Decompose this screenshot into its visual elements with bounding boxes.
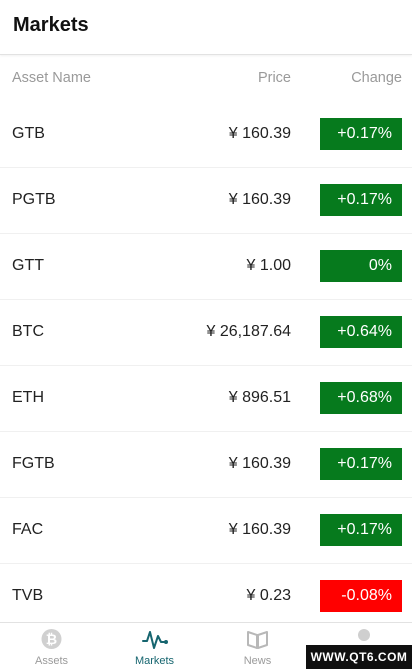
watermark: WWW.QT6.COM (306, 645, 412, 669)
asset-name: BTC (12, 323, 44, 340)
change-badge: +0.68% (320, 382, 402, 414)
table-row[interactable]: TVB ¥ 0.23 -0.08% (0, 563, 412, 630)
column-headers: Asset Name Price Change (0, 55, 412, 101)
tab-label: Assets (34, 655, 68, 667)
asset-price: ¥ 0.23 (246, 587, 291, 604)
column-header-price: Price (257, 70, 291, 86)
asset-price: ¥ 160.39 (228, 125, 291, 142)
asset-price: ¥ 160.39 (228, 191, 291, 208)
bitcoin-icon: ₿ (41, 629, 62, 649)
change-badge: +0.17% (320, 118, 402, 150)
change-badge: +0.17% (320, 448, 402, 480)
table-row[interactable]: FAC ¥ 160.39 +0.17% (0, 497, 412, 564)
asset-price: ¥ 160.39 (228, 521, 291, 538)
change-badge: +0.17% (320, 184, 402, 216)
asset-name: PGTB (12, 191, 56, 208)
table-row[interactable]: GTT ¥ 1.00 0% (0, 233, 412, 300)
asset-price: ¥ 160.39 (228, 455, 291, 472)
app-header: Markets (0, 0, 412, 55)
svg-text:₿: ₿ (46, 632, 57, 648)
column-header-asset-name: Asset Name (12, 70, 91, 86)
book-icon (247, 631, 268, 649)
column-header-change: Change (351, 70, 402, 86)
tab-news[interactable]: News (206, 623, 309, 670)
tab-label: Markets (134, 655, 175, 667)
asset-name: TVB (12, 587, 44, 604)
asset-name: GTB (12, 125, 45, 142)
asset-price: ¥ 26,187.64 (206, 323, 291, 340)
change-badge: 0% (320, 250, 402, 282)
tab-assets[interactable]: ₿ Assets (0, 623, 103, 670)
tab-label: News (243, 655, 272, 667)
table-row[interactable]: FGTB ¥ 160.39 +0.17% (0, 431, 412, 498)
table-row[interactable]: ETH ¥ 896.51 +0.68% (0, 365, 412, 432)
change-badge: +0.64% (320, 316, 402, 348)
pulse-icon (142, 631, 168, 649)
page-title: Markets (13, 14, 89, 36)
change-badge: +0.17% (320, 514, 402, 546)
table-row[interactable]: PGTB ¥ 160.39 +0.17% (0, 167, 412, 234)
table-row[interactable]: GTB ¥ 160.39 +0.17% (0, 101, 412, 168)
asset-name: FGTB (12, 455, 55, 472)
asset-price: ¥ 896.51 (228, 389, 291, 406)
asset-name: GTT (12, 257, 44, 274)
asset-name: FAC (12, 521, 44, 538)
asset-price: ¥ 1.00 (246, 257, 291, 274)
change-badge: -0.08% (320, 580, 402, 612)
asset-name: ETH (12, 389, 44, 406)
tab-markets[interactable]: Markets (103, 623, 206, 670)
table-row[interactable]: BTC ¥ 26,187.64 +0.64% (0, 299, 412, 366)
